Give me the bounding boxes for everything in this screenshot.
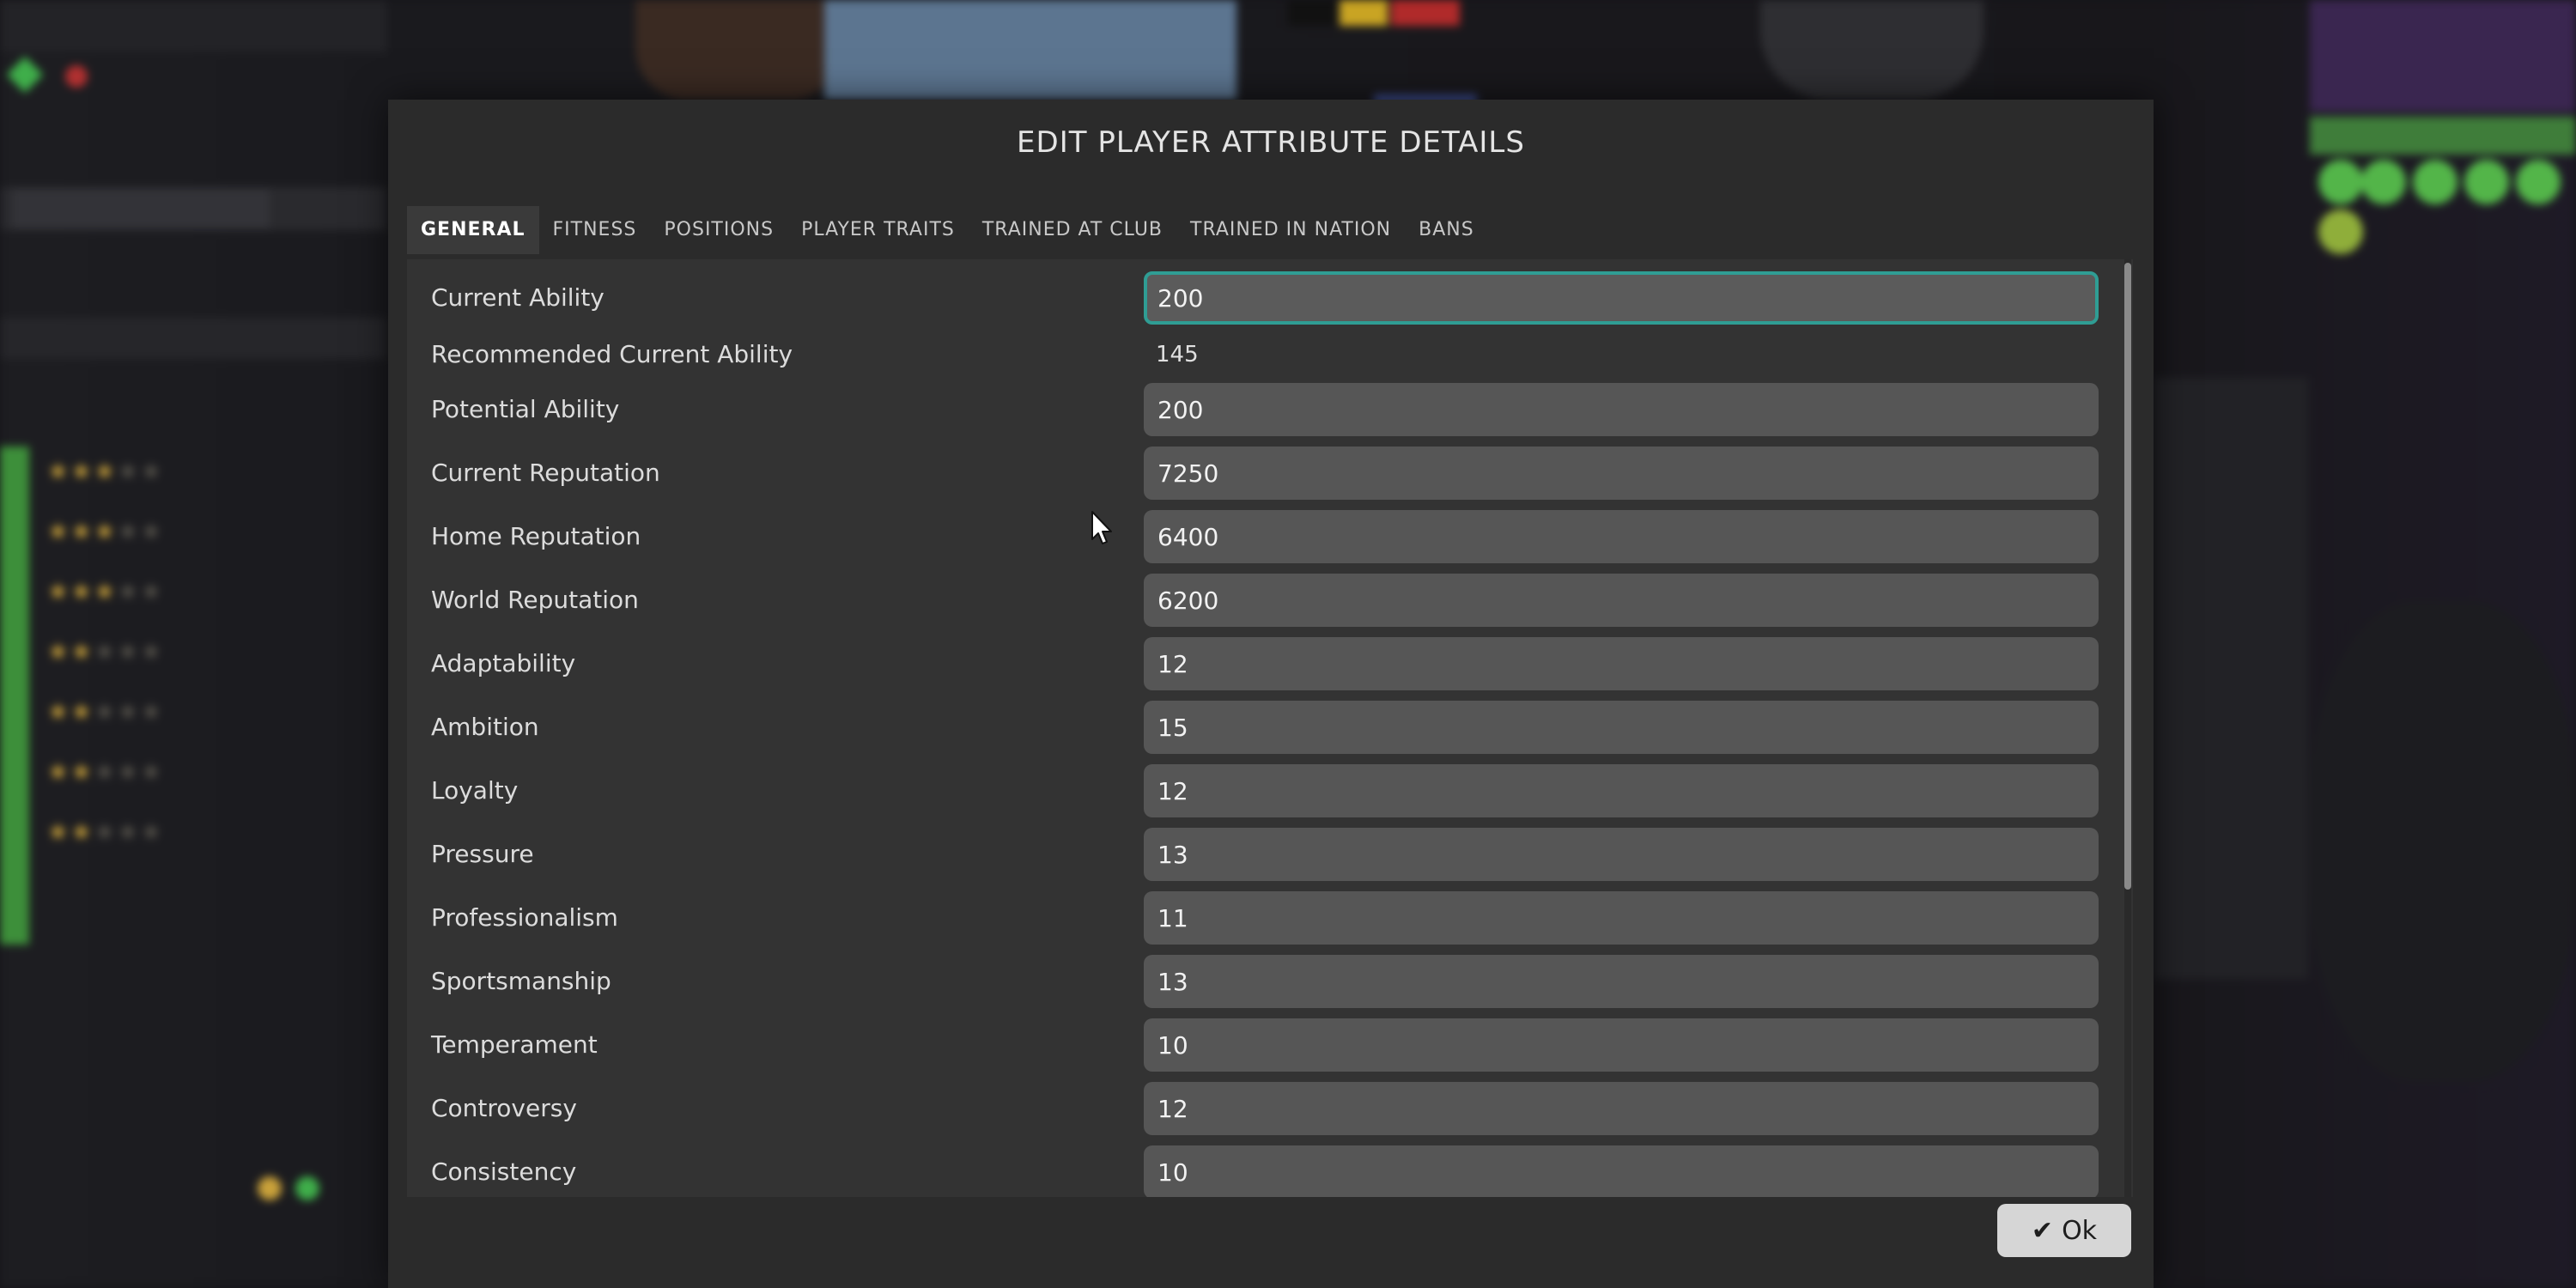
vertical-scrollbar[interactable] xyxy=(2124,259,2131,1197)
recommended-current-ability-value: 145 xyxy=(1156,342,1199,368)
check-icon: ✔ xyxy=(2031,1215,2054,1246)
ok-button-label: Ok xyxy=(2062,1215,2098,1246)
attribute-label: Current Reputation xyxy=(431,459,660,487)
adaptability-input[interactable] xyxy=(1144,637,2099,690)
tab-general[interactable]: GENERAL xyxy=(407,206,539,254)
attribute-label: Potential Ability xyxy=(431,395,620,423)
mouse-pointer-icon xyxy=(1091,511,1112,544)
attribute-list-panel[interactable]: Current Ability Recommended Current Abil… xyxy=(407,259,2133,1197)
attribute-label: Sportsmanship xyxy=(431,967,611,995)
screen: ★★★★★ ★★★★★ ★★★★★ ★★★★★ ★★★★★ ★★★★★ ★★★★… xyxy=(0,0,2576,1288)
tab-trained-at-club[interactable]: TRAINED AT CLUB xyxy=(969,206,1176,254)
dialog-title: EDIT PLAYER ATTRIBUTE DETAILS xyxy=(1017,125,1525,160)
tab-bans[interactable]: BANS xyxy=(1405,206,1488,254)
scrollbar-thumb[interactable] xyxy=(2124,263,2131,890)
attribute-row: Professionalism xyxy=(407,886,2107,950)
world-reputation-input[interactable] xyxy=(1144,574,2099,627)
professionalism-input[interactable] xyxy=(1144,891,2099,945)
attribute-label: Temperament xyxy=(431,1030,598,1059)
temperament-input[interactable] xyxy=(1144,1018,2099,1072)
ambition-input[interactable] xyxy=(1144,701,2099,754)
attribute-label: Controversy xyxy=(431,1094,577,1122)
attribute-row: Temperament xyxy=(407,1013,2107,1077)
attribute-label: Loyalty xyxy=(431,776,519,805)
attribute-row: Sportsmanship xyxy=(407,950,2107,1013)
tab-bar: GENERAL FITNESS POSITIONS PLAYER TRAITS … xyxy=(407,206,1488,254)
attribute-row: Potential Ability xyxy=(407,378,2107,441)
attribute-label: Adaptability xyxy=(431,649,576,677)
tab-positions[interactable]: POSITIONS xyxy=(650,206,787,254)
attribute-label: Ambition xyxy=(431,713,539,741)
attribute-row: Controversy xyxy=(407,1077,2107,1140)
pressure-input[interactable] xyxy=(1144,828,2099,881)
attribute-row: Current Ability xyxy=(407,266,2107,330)
attribute-label: World Reputation xyxy=(431,586,639,614)
attribute-label: Consistency xyxy=(431,1157,577,1186)
consistency-input[interactable] xyxy=(1144,1145,2099,1197)
home-reputation-input[interactable] xyxy=(1144,510,2099,563)
attribute-row: World Reputation xyxy=(407,568,2107,632)
attribute-label: Recommended Current Ability xyxy=(431,340,793,368)
attribute-row: Home Reputation xyxy=(407,505,2107,568)
tab-fitness[interactable]: FITNESS xyxy=(539,206,651,254)
edit-player-attributes-dialog: EDIT PLAYER ATTRIBUTE DETAILS GENERAL FI… xyxy=(388,100,2154,1288)
attribute-row: Ambition xyxy=(407,696,2107,759)
attribute-row: Loyalty xyxy=(407,759,2107,823)
current-reputation-input[interactable] xyxy=(1144,447,2099,500)
sportsmanship-input[interactable] xyxy=(1144,955,2099,1008)
attribute-row: Consistency xyxy=(407,1140,2107,1197)
current-ability-input[interactable] xyxy=(1144,271,2099,325)
controversy-input[interactable] xyxy=(1144,1082,2099,1135)
attribute-row: Pressure xyxy=(407,823,2107,886)
attribute-row: Adaptability xyxy=(407,632,2107,696)
attribute-label: Current Ability xyxy=(431,283,605,312)
loyalty-input[interactable] xyxy=(1144,764,2099,817)
attribute-row: Recommended Current Ability 145 xyxy=(407,323,2107,386)
attribute-row: Current Reputation xyxy=(407,441,2107,505)
attribute-label: Pressure xyxy=(431,840,534,868)
attribute-label: Home Reputation xyxy=(431,522,641,550)
ok-button[interactable]: ✔ Ok xyxy=(1997,1204,2131,1257)
attribute-label: Professionalism xyxy=(431,903,618,932)
tab-player-traits[interactable]: PLAYER TRAITS xyxy=(787,206,969,254)
potential-ability-input[interactable] xyxy=(1144,383,2099,436)
tab-trained-in-nation[interactable]: TRAINED IN NATION xyxy=(1176,206,1405,254)
